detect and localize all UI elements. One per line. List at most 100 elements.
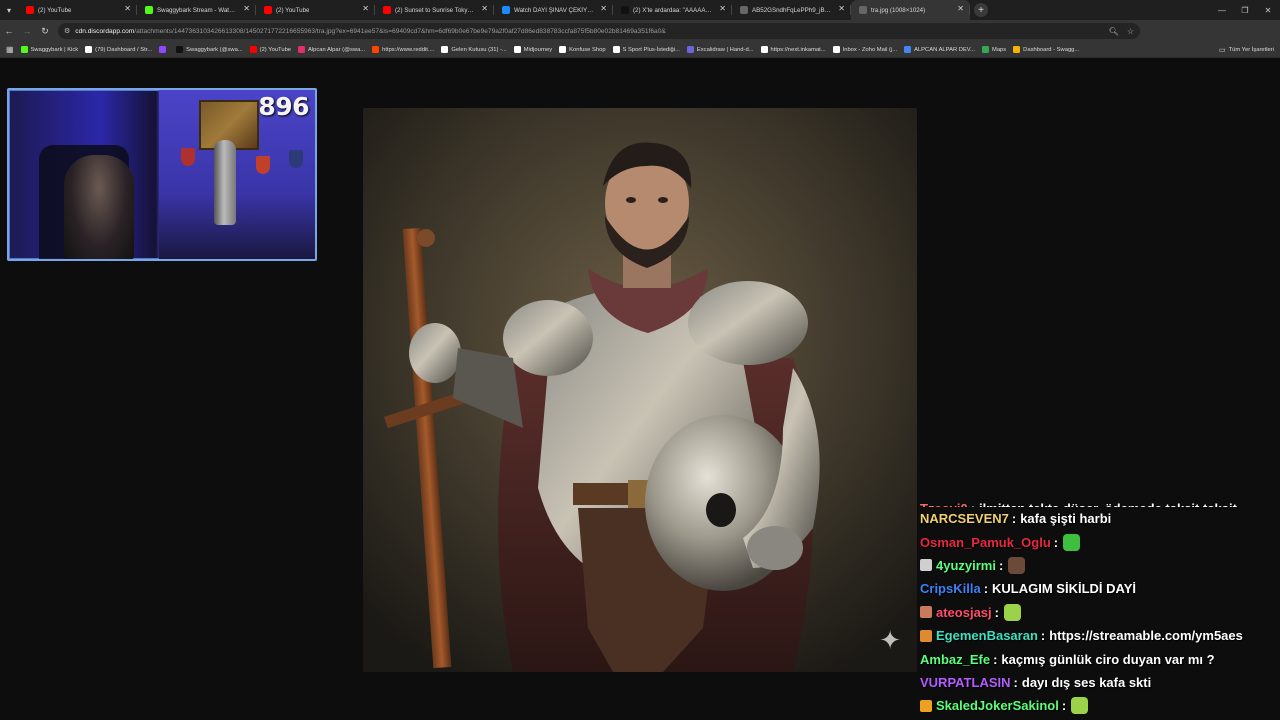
bookmark-item[interactable]: Midjourney (513, 46, 553, 53)
webcam-shield (289, 150, 303, 168)
bookmark-label: Inbox - Zoho Mail (j... (842, 46, 898, 53)
chat-text: dayı dış ses kafa skti (1021, 674, 1152, 690)
chat-text: kafa şişti harbi (1020, 511, 1112, 527)
webcam-shield (181, 148, 195, 166)
sparkle-watermark-icon: ✦ (879, 625, 901, 655)
bookmark-favicon-icon (612, 46, 620, 53)
restore-icon[interactable]: ❐ (1233, 0, 1257, 20)
chat-username[interactable]: CripsKilla (920, 581, 981, 596)
close-tab-icon[interactable]: ✕ (481, 4, 488, 13)
bookmark-star-icon[interactable]: ☆ (1127, 27, 1134, 36)
bookmark-label: Midjourney (523, 46, 553, 53)
bookmark-item[interactable] (159, 46, 169, 53)
youtube-icon (264, 6, 272, 14)
youtube-icon (26, 6, 34, 14)
bookmark-favicon-icon (441, 46, 449, 53)
bookmark-item[interactable]: Maps (981, 46, 1006, 53)
forward-arrow-icon[interactable]: → (18, 20, 36, 42)
bookmark-favicon-icon (981, 46, 989, 53)
bookmark-item[interactable]: (2) YouTube (249, 46, 292, 53)
knight-painting-image[interactable]: ✦ (363, 108, 917, 672)
bookmark-item[interactable]: https://www.reddit.... (372, 46, 434, 53)
webcam-armor-stand (214, 140, 236, 225)
bookmark-item[interactable]: Excalidraw | Hand-d... (686, 46, 754, 53)
browser-tab[interactable]: (2) Sunset to Sunrise Tokyo City... ✕ (375, 0, 494, 20)
bookmark-item[interactable]: Dashboard - Swagg... (1013, 46, 1079, 53)
bookmark-label: Gelen Kutusu (31) -... (451, 46, 507, 53)
bookmark-label: Konfuse Shop (569, 46, 606, 53)
close-tab-icon[interactable]: ✕ (362, 4, 369, 13)
bookmark-item[interactable]: Swaggybark (@swa... (176, 46, 243, 53)
chat-username[interactable]: NARCSEVEN7 (920, 511, 1009, 526)
bookmark-label: Swaggybark | Kick (30, 46, 79, 53)
chat-badge-icon (920, 699, 932, 712)
bookmark-favicon-icon (513, 46, 521, 53)
chat-separator: : (983, 581, 989, 597)
reload-icon[interactable]: ↻ (36, 20, 54, 42)
bookmark-label: S Sport Plus-İstediği... (622, 46, 680, 53)
painting-left-gauntlet (409, 323, 461, 383)
close-tab-icon[interactable]: ✕ (838, 4, 845, 13)
chat-username[interactable]: 4yuzyirmi (936, 558, 996, 573)
bookmark-item[interactable]: (79) Dashboard / Str... (85, 46, 152, 53)
bookmark-favicon-icon (559, 46, 567, 53)
chat-username[interactable]: Ambaz_Efe (920, 652, 990, 667)
chat-username[interactable]: ateosjasj (936, 605, 992, 620)
tab-title: (2) YouTube (276, 6, 310, 14)
bookmark-favicon-icon (832, 46, 840, 53)
address-bar[interactable]: ⚙ cdn.discordapp.com /attachments/144736… (58, 23, 1140, 39)
bookmark-label: Swaggybark (@swa... (186, 46, 243, 53)
chat-username[interactable]: Osman_Pamuk_Oglu (920, 535, 1051, 550)
tab-list: (2) YouTube✕Swaggybark Stream - Watch Li… (18, 0, 970, 20)
close-tab-icon[interactable]: ✕ (600, 4, 607, 13)
globe-icon (740, 6, 748, 14)
close-tab-icon[interactable]: ✕ (719, 4, 726, 13)
new-tab-button[interactable]: + (974, 3, 988, 17)
bookmark-favicon-icon (20, 46, 28, 53)
close-tab-icon[interactable]: ✕ (124, 4, 131, 13)
apps-grid-icon[interactable]: ▦ (6, 45, 14, 54)
close-tab-icon[interactable]: ✕ (243, 4, 250, 13)
bookmark-list: Swaggybark | Kick (79) Dashboard / Str...… (20, 46, 1087, 53)
chat-separator: : (971, 501, 975, 507)
bookmark-favicon-icon (249, 46, 257, 53)
all-bookmarks-button[interactable]: ▭ Tüm Yer İşaretleri (1219, 42, 1274, 58)
minimize-icon[interactable]: — (1210, 0, 1234, 20)
bookmark-item[interactable]: Alpcan Alpar (@swa... (298, 46, 365, 53)
browser-tab[interactable]: Swaggybark Stream - Watch Live... ✕ (137, 0, 256, 20)
close-tab-icon[interactable]: ✕ (957, 4, 964, 13)
browser-tab[interactable]: AB52GSndhFqLePPh9_jBAsYlAGtn... ✕ (732, 0, 851, 20)
chat-username[interactable]: EgemenBasaran (936, 628, 1038, 643)
site-info-icon[interactable]: ⚙ (64, 27, 70, 35)
bookmark-item[interactable]: Konfuse Shop (559, 46, 606, 53)
tab-search-chevron-icon[interactable]: ▾ (0, 0, 18, 20)
bookmark-label: (2) YouTube (259, 46, 292, 53)
bookmark-item[interactable]: S Sport Plus-İstediği... (612, 46, 680, 53)
x-icon (621, 6, 629, 14)
chat-message: CripsKilla: KULAGIM SİKİLDİ DAYİ (920, 577, 1280, 600)
browser-tab[interactable]: (2) YouTube ✕ (18, 0, 137, 20)
url-path: /attachments/1447363103426613308/1450271… (134, 27, 666, 35)
close-window-icon[interactable]: ✕ (1256, 0, 1280, 20)
bookmark-item[interactable]: https://next.inkamat... (760, 46, 826, 53)
bookmark-item[interactable]: Swaggybark | Kick (20, 46, 79, 53)
chat-separator: : (1040, 628, 1046, 644)
browser-tab[interactable]: Watch DAYI ŞINAV ÇEKİYOR | Str... ✕ (494, 0, 613, 20)
tab-title: (2) X'te ardardaa: "AAAAAAA Kul... (633, 6, 714, 14)
back-arrow-icon[interactable]: ← (0, 20, 18, 42)
chat-username[interactable]: SkaledJokerSakinol (936, 698, 1059, 713)
bookmark-favicon-icon (904, 46, 912, 53)
streamable-icon (502, 6, 510, 14)
chat-separator: : (1013, 674, 1018, 690)
chat-username[interactable]: Tzeoyi0 (920, 501, 968, 507)
bookmark-item[interactable]: Inbox - Zoho Mail (j... (832, 46, 898, 53)
bookmark-item[interactable]: ALPCAN ALPAR DEV... (904, 46, 975, 53)
browser-tab[interactable]: tra.jpg (1008×1024) ✕ (851, 0, 970, 20)
chat-username[interactable]: VURPATLASIN (920, 675, 1011, 690)
browser-tab[interactable]: (2) YouTube ✕ (256, 0, 375, 20)
browser-tab[interactable]: (2) X'te ardardaa: "AAAAAAA Kul... ✕ (613, 0, 732, 20)
webcam-overlay: 896 (7, 88, 317, 261)
bookmark-item[interactable]: Gelen Kutusu (31) -... (441, 46, 507, 53)
zoom-icon[interactable]: 🔍︎ (1109, 27, 1119, 36)
tab-title: AB52GSndhFqLePPh9_jBAsYlAGtn... (752, 6, 833, 14)
